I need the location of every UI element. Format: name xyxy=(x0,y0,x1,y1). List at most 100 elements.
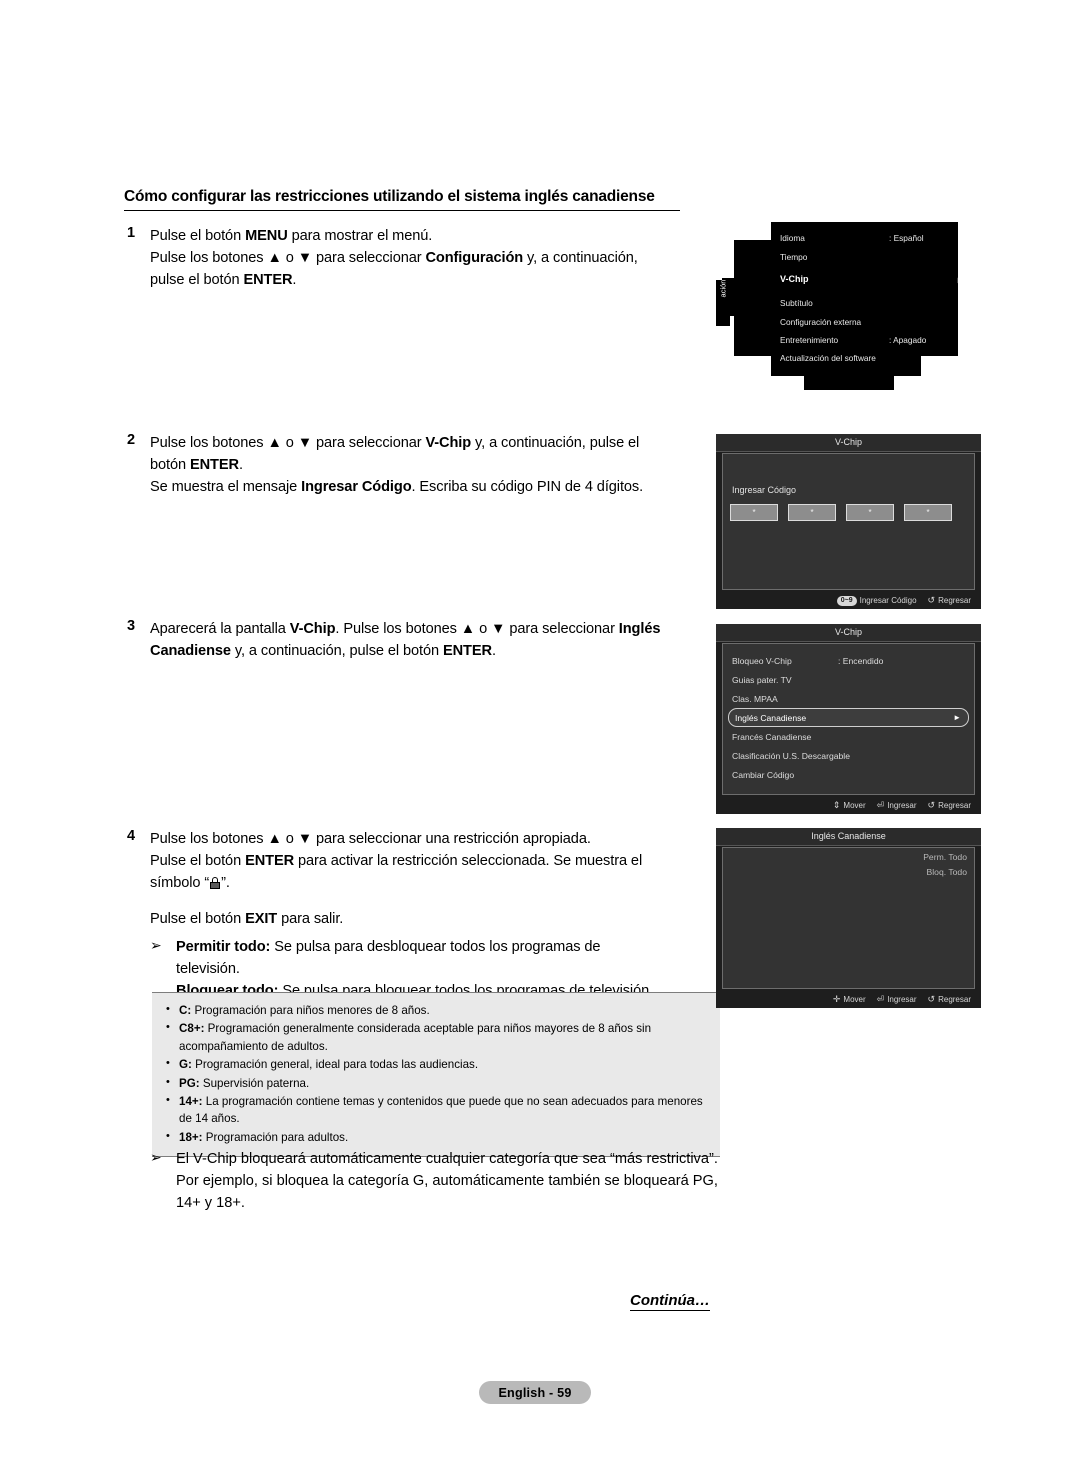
rating-row: 18+: Programación para adultos. xyxy=(166,1128,710,1146)
hint-regresar: ↺ Regresar xyxy=(928,596,971,606)
hint-mover: ⇕ Mover xyxy=(833,801,866,811)
s4-exit-key: EXIT xyxy=(245,910,278,927)
s4-l4c: para salir. xyxy=(277,910,344,927)
hint-label: Regresar xyxy=(938,596,971,605)
pin-digit-1[interactable]: * xyxy=(730,504,778,521)
enter-key-icon: ⏎ xyxy=(876,800,885,810)
step-3-body: Aparecerá la pantalla V-Chip. Pulse los … xyxy=(150,618,660,662)
osd3-item-ingles-canadiense[interactable]: Inglés Canadiense ► xyxy=(728,708,969,727)
step-1: 1 Pulse el botón MENU para mostrar el me… xyxy=(124,225,724,292)
osd1-item-entretenimiento[interactable]: Entretenimiento xyxy=(780,335,838,345)
osd4-option-bloq-todo[interactable]: Bloq. Todo xyxy=(923,865,967,880)
hint-label: Regresar xyxy=(938,995,971,1004)
chevron-right-icon: ► xyxy=(956,275,965,285)
rating-text: Programación generalmente considerada ac… xyxy=(179,1022,652,1053)
s1-l2c: y, a continuación, xyxy=(523,250,638,267)
pin-digit-4[interactable]: * xyxy=(904,504,952,521)
s4-l2c: para activar la restricción seleccionada… xyxy=(294,853,643,870)
vchip-note: ➢ El V-Chip bloqueará automáticamente cu… xyxy=(150,1148,730,1215)
rating-code: 18+: xyxy=(179,1130,203,1144)
lock-icon xyxy=(210,877,221,890)
s4-enter-key: ENTER xyxy=(245,853,295,870)
osd-screenshot-pin-entry: V-Chip Ingresar Código * * * * 0~9 Ingre… xyxy=(716,434,981,609)
s4-l2a: Pulse el botón xyxy=(150,853,246,870)
s2-vchip: V-Chip xyxy=(425,435,472,451)
digits-key-icon: 0~9 xyxy=(836,595,857,606)
rating-code: C8+: xyxy=(179,1022,205,1036)
step-4-number: 4 xyxy=(127,828,136,844)
osd-screenshot-vchip-list: V-Chip Bloqueo V-Chip : Encendido Guias … xyxy=(716,624,981,814)
item-label: Clas. MPAA xyxy=(732,693,778,704)
step-1-number: 1 xyxy=(127,225,136,241)
s1-config: Configuración xyxy=(425,250,524,267)
s1-menu-key: MENU xyxy=(245,228,288,244)
osd4-hint-bar: ✛ Mover ⏎ Ingresar ↺ Regresar xyxy=(716,991,981,1008)
s1-l1a: Pulse el botón xyxy=(150,228,246,244)
s4-l1: Pulse los botones ▲ o ▼ para seleccionar… xyxy=(150,831,591,847)
rating-code: PG: xyxy=(179,1076,200,1090)
osd-screenshot-setup-menu: ación Idioma : Español Tiempo V-Chip ► S… xyxy=(716,222,981,392)
item-label: Francés Canadiense xyxy=(732,731,812,742)
osd3-hint-bar: ⇕ Mover ⏎ Ingresar ↺ Regresar xyxy=(716,797,981,814)
return-arrow-icon: ↺ xyxy=(927,800,936,810)
step-2-body: Pulse los botones ▲ o ▼ para seleccionar… xyxy=(150,432,643,499)
hint-ingresar: ⏎ Ingresar xyxy=(876,994,917,1005)
rating-row: G: Programación general, ideal para toda… xyxy=(166,1055,710,1073)
osd3-item-guias-pater-tv[interactable]: Guias pater. TV xyxy=(728,670,969,689)
osd3-item-clasificacion-us-descargable[interactable]: Clasificación U.S. Descargable xyxy=(728,746,969,765)
s2-l2c: . xyxy=(238,457,243,474)
s1-enter-key: ENTER xyxy=(243,272,293,289)
step-3: 3 Aparecerá la pantalla V-Chip. Pulse lo… xyxy=(124,618,724,662)
osd3-item-clas-mpaa[interactable]: Clas. MPAA xyxy=(728,689,969,708)
four-way-arrow-icon: ✛ xyxy=(832,994,841,1004)
osd3-item-bloqueo-vchip[interactable]: Bloqueo V-Chip : Encendido xyxy=(728,651,969,670)
osd3-item-frances-canadiense[interactable]: Francés Canadiense xyxy=(728,727,969,746)
pin-digit-3[interactable]: * xyxy=(846,504,894,521)
enter-key-icon: ⏎ xyxy=(876,994,885,1004)
osd1-item-idioma[interactable]: Idioma xyxy=(780,233,805,243)
osd3-item-cambiar-codigo[interactable]: Cambiar Código xyxy=(728,765,969,784)
osd4-options: Perm. Todo Bloq. Todo xyxy=(923,850,967,880)
osd4-option-perm-todo[interactable]: Perm. Todo xyxy=(923,850,967,865)
s3-ingles: Inglés xyxy=(618,621,661,637)
arrow-bullet-icon: ➢ xyxy=(150,1149,162,1165)
rating-code: G: xyxy=(179,1058,192,1072)
osd3-title: V-Chip xyxy=(716,624,981,642)
pin-input-group[interactable]: * * * * xyxy=(730,504,952,521)
hint-ingresar-codigo: 0~9 Ingresar Código xyxy=(836,595,917,606)
note-line-1: El V-Chip bloqueará automáticamente cual… xyxy=(176,1151,643,1167)
osd1-item-subtitulo[interactable]: Subtítulo xyxy=(780,298,813,308)
s1-l2a: Pulse los botones ▲ o ▼ para seleccionar xyxy=(150,250,426,267)
item-label: Clasificación U.S. Descargable xyxy=(732,750,850,761)
step-4-body: Pulse los botones ▲ o ▼ para seleccionar… xyxy=(150,828,653,1002)
s3-l1c: . Pulse los botones ▲ o ▼ para seleccion… xyxy=(335,621,619,637)
osd4-title: Inglés Canadiense xyxy=(716,828,981,846)
return-arrow-icon: ↺ xyxy=(927,994,936,1004)
osd1-item-actualizacion[interactable]: Actualización del software xyxy=(780,353,876,363)
hint-label: Mover xyxy=(843,801,866,810)
hint-regresar: ↺ Regresar xyxy=(927,800,971,811)
s2-l3a: Se muestra el mensaje xyxy=(150,479,302,496)
rating-row: C: Programación para niños menores de 8 … xyxy=(166,1001,710,1019)
osd1-item-vchip[interactable]: V-Chip xyxy=(780,274,809,284)
s1-l3a: pulse el botón xyxy=(150,272,244,289)
osd2-prompt: Ingresar Código xyxy=(732,485,797,495)
page-number-badge: English - 59 xyxy=(479,1381,591,1404)
chevron-right-icon: ► xyxy=(953,713,961,722)
step-3-number: 3 xyxy=(127,618,136,634)
s4-b1b: Se pulsa para desbloquear todos los prog… xyxy=(270,938,601,955)
arrow-bullet-icon: ➢ xyxy=(150,936,162,953)
rating-text: Programación para adultos. xyxy=(202,1130,349,1144)
s2-l1c: y, a continuación, pulse el xyxy=(471,435,640,451)
step-2: 2 Pulse los botones ▲ o ▼ para seleccion… xyxy=(124,432,734,499)
pin-digit-2[interactable]: * xyxy=(788,504,836,521)
hint-label: Mover xyxy=(843,995,866,1004)
item-label: Guias pater. TV xyxy=(732,674,792,685)
osd2-title: V-Chip xyxy=(716,434,981,452)
s3-l1a: Aparecerá la pantalla xyxy=(150,621,290,637)
rating-code: 14+: xyxy=(179,1094,203,1108)
s4-b1c: televisión. xyxy=(176,960,240,977)
osd1-item-config-externa[interactable]: Configuración externa xyxy=(780,317,861,327)
hint-regresar: ↺ Regresar xyxy=(927,994,971,1005)
osd1-item-tiempo[interactable]: Tiempo xyxy=(780,252,807,262)
